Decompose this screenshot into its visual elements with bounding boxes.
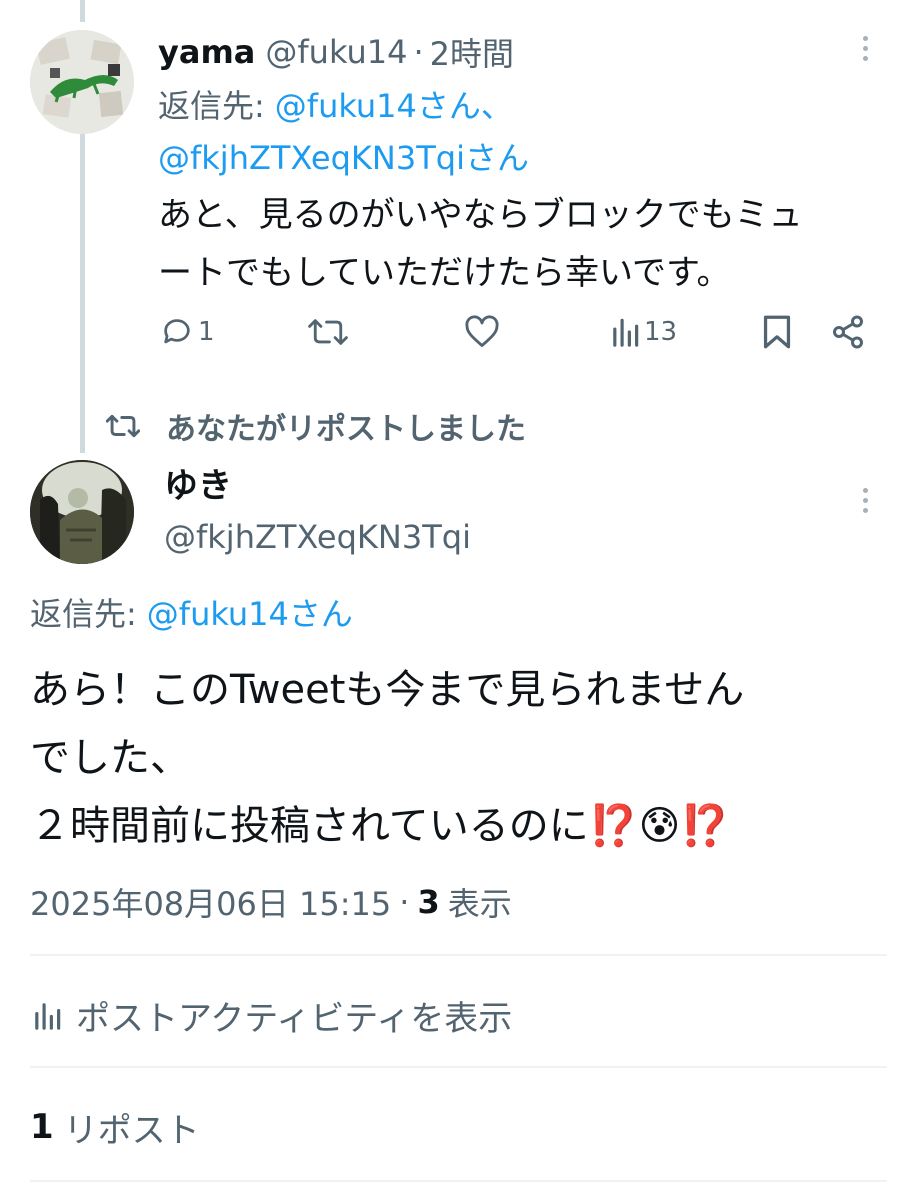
user-handle[interactable]: @fkjhZTXeqKN3Tqi	[164, 514, 471, 560]
views-icon	[613, 318, 639, 347]
tweet-meta: 2025年08月06日 15:15 · 3 表示	[30, 878, 512, 926]
tweet-header: yama @fuku14 · 2時間	[158, 30, 514, 74]
divider	[30, 954, 887, 956]
post-activity-label: ポストアクティビティを表示	[76, 998, 513, 1039]
interrobang-emoji-icon: ⁉️	[588, 803, 639, 849]
anxious-face-emoji-icon: 😰	[638, 803, 681, 849]
display-name[interactable]: ゆき	[164, 463, 232, 509]
tweet-text-line: あと、見るのがいやならブロックでもミュ	[158, 195, 803, 235]
share-button[interactable]	[830, 314, 866, 350]
reply-to-line: 返信先: @fuku14さん、	[158, 82, 513, 126]
reply-to-line-2: @fkjhZTXeqKN3Tqiさん	[158, 134, 529, 178]
heart-icon	[465, 315, 499, 347]
reply-count: 1	[198, 317, 215, 347]
bookmark-button[interactable]	[762, 314, 792, 350]
divider	[30, 1066, 887, 1068]
post-activity-link[interactable]: ポストアクティビティを表示	[30, 990, 512, 1040]
tweet-text-line: ２時間前に投稿されているのに	[30, 803, 589, 849]
tweet-text-line: でした、	[30, 735, 190, 781]
more-options-icon[interactable]	[862, 488, 868, 513]
repost-banner-text: あなたがリポストしました	[166, 412, 526, 447]
views-count: 13	[644, 317, 678, 347]
tweet-text-line-with-emoji: ２時間前に投稿されているのに ⁉️ 😰 ⁉️	[30, 792, 744, 860]
interrobang-emoji-icon: ⁉️	[680, 803, 731, 849]
tweet-timestamp[interactable]: 2025年08月06日 15:15	[30, 879, 391, 925]
more-options-icon[interactable]	[862, 36, 868, 61]
tweet-body: あら！このTweetも今まで見られません でした、 ２時間前に投稿されているのに…	[30, 656, 744, 860]
divider	[30, 1180, 887, 1182]
tweet-text-line: あら！このTweetも今まで見られません	[30, 667, 745, 713]
avatar-yuki[interactable]	[30, 460, 134, 564]
analytics-icon	[35, 1003, 61, 1030]
reply-mention-2[interactable]: @fkjhZTXeqKN3Tqiさん	[158, 133, 529, 179]
reply-label: 返信先:	[158, 87, 265, 125]
repost-banner: あなたがリポストしました	[106, 404, 526, 448]
display-name[interactable]: yama	[158, 33, 255, 71]
reply-mention[interactable]: @fuku14さん	[147, 589, 353, 635]
repost-icon	[106, 414, 140, 438]
avatar-image	[30, 30, 134, 134]
dot-separator: ·	[413, 33, 424, 71]
repost-count-link[interactable]: 1 リポスト	[30, 1102, 200, 1152]
like-button[interactable]	[464, 314, 500, 350]
repost-count: 1	[30, 1107, 54, 1147]
bookmark-icon	[763, 315, 791, 349]
views-number: 3	[417, 883, 440, 921]
dot-separator: ·	[399, 883, 410, 921]
retweet-icon	[308, 319, 348, 345]
reply-icon	[164, 319, 190, 344]
thread-line-top	[80, 0, 85, 22]
reply-label: 返信先:	[30, 595, 137, 633]
retweet-button[interactable]	[308, 314, 348, 350]
reply-to-line: 返信先: @fuku14さん	[30, 588, 353, 636]
repost-label: リポスト	[63, 1110, 200, 1151]
tweet-time[interactable]: 2時間	[430, 29, 514, 75]
tweet-text-line: ートでもしていただけたら幸いです。	[158, 253, 731, 293]
reply-button[interactable]: 1	[160, 314, 215, 350]
thread-line-bottom	[80, 128, 85, 453]
user-handle[interactable]: @fuku14	[265, 33, 407, 71]
avatar-image	[30, 460, 134, 564]
share-icon	[833, 315, 863, 349]
views-label: 表示	[447, 885, 512, 923]
tweet-body: あと、見るのがいやならブロックでもミュ ートでもしていただけたら幸いです。	[158, 186, 803, 302]
reply-mention-1[interactable]: @fuku14さん、	[275, 81, 513, 127]
views-button[interactable]: 13	[610, 314, 677, 350]
avatar-yama[interactable]	[30, 30, 134, 134]
